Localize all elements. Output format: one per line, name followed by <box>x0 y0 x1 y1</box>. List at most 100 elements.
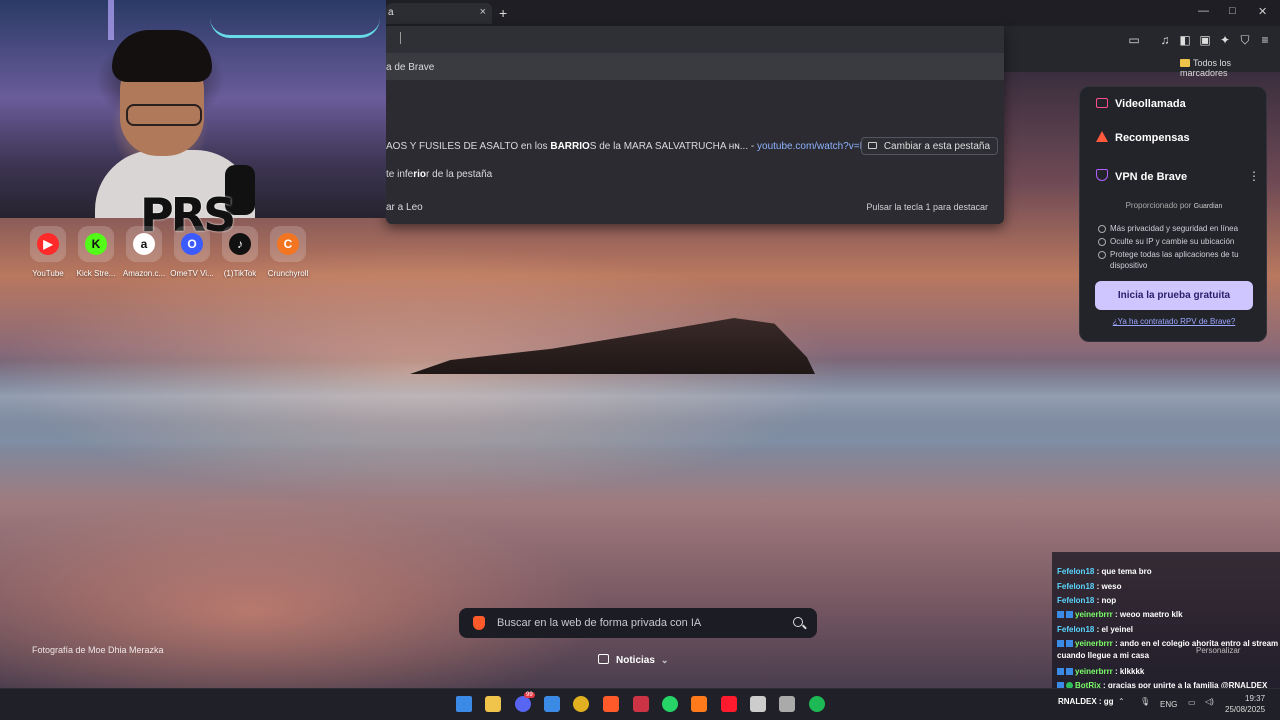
more-options-icon[interactable]: ⋮ <box>1248 169 1260 183</box>
tray-chevron-up-icon[interactable]: ⌃ <box>1118 697 1125 706</box>
shortcut-tile: ♪ <box>222 226 258 262</box>
minimize-button[interactable]: — <box>1198 5 1209 17</box>
feature-hide-ip: Oculte su IP y cambie su ubicación <box>1096 236 1256 247</box>
omnibox-dropdown: a de Brave AOS Y FUSILES DE ASALTO en lo… <box>386 26 1004 224</box>
shortcut-ometv[interactable]: O OmeTV Vi... <box>168 226 216 278</box>
neon-sign <box>210 8 380 38</box>
chat-badge-icon <box>1057 611 1064 618</box>
suggestion-youtube-rest: S de la MARA SALVATRUCHA ʜɴ... <box>589 141 749 152</box>
chat-username: yeinerbrrr <box>1075 639 1113 648</box>
switch-to-tab-button[interactable]: Cambiar a esta pestaña <box>860 137 998 155</box>
chat-message: Fefelon18 : el yeinel <box>1057 624 1279 636</box>
chat-badge-icon <box>1057 668 1064 675</box>
webcam-overlay: PRS <box>0 0 386 238</box>
tab-close-icon[interactable]: × <box>480 6 486 18</box>
shortcut-tile: O <box>174 226 210 262</box>
crunchyroll-icon: C <box>277 233 299 255</box>
news-toggle[interactable]: Noticias ⌄ <box>598 654 668 666</box>
clock-time[interactable]: 19:37 <box>1245 694 1265 703</box>
vpn-shield-icon <box>1096 169 1108 181</box>
reader-mode-icon[interactable]: ▭ <box>1126 33 1142 49</box>
suggestion-tab-bottom[interactable]: te inferior de la pestaña <box>386 169 1004 180</box>
shortcut-label: Kick Stre... <box>76 269 116 278</box>
chat-text: que tema bro <box>1101 567 1152 576</box>
neon-light <box>108 0 114 40</box>
browser-tab[interactable]: a × <box>386 3 492 24</box>
chat-text: weso <box>1101 582 1122 591</box>
all-bookmarks-folder[interactable]: Todos los marcadores <box>1180 58 1280 78</box>
vpn-item[interactable]: VPN de Brave <box>1096 169 1187 183</box>
close-window-button[interactable]: ✕ <box>1258 5 1267 18</box>
search-placeholder: Buscar en la web de forma privada con IA <box>497 617 702 629</box>
volume-icon[interactable]: ◁) <box>1205 697 1214 706</box>
playlist-icon[interactable]: ♫ <box>1157 33 1173 49</box>
vpn-label: VPN de Brave <box>1115 171 1188 183</box>
menu-icon[interactable]: ≡ <box>1257 33 1273 49</box>
chrome-icon[interactable] <box>573 696 589 712</box>
chat-message: Fefelon18 : weso <box>1057 581 1279 593</box>
address-input[interactable] <box>386 26 1004 54</box>
shortcut-label: (1)TikTok <box>223 269 257 278</box>
shortcut-amazon[interactable]: a Amazon.c... <box>120 226 168 278</box>
shortcut-crunchyroll[interactable]: C Crunchyroll <box>264 226 312 278</box>
already-contracted-link[interactable]: ¿Ya ha contratado RPV de Brave? <box>1080 317 1268 326</box>
videocall-item[interactable]: Videollamada <box>1096 98 1186 110</box>
brave-shields-icon[interactable]: ⛉ <box>1237 33 1253 49</box>
chat-text: weoo maetro klk <box>1119 610 1183 619</box>
suggestion-dash: - <box>748 141 758 152</box>
shortcut-tile: ▶ <box>30 226 66 262</box>
shortcut-youtube[interactable]: ▶ YouTube <box>24 226 72 278</box>
spotify-icon[interactable] <box>809 696 825 712</box>
videocall-label: Videollamada <box>1115 98 1186 110</box>
chat-username: Fefelon18 <box>1057 596 1095 605</box>
discord-icon[interactable]: 99 <box>515 692 535 712</box>
chat-message: Fefelon18 : nop <box>1057 595 1279 607</box>
language-indicator[interactable]: ENG <box>1160 700 1177 709</box>
suggestion-leo-label: ar a Leo <box>386 202 423 213</box>
app-a-icon[interactable] <box>691 696 707 712</box>
discord-badge: 99 <box>524 692 535 698</box>
whatsapp-icon[interactable] <box>662 696 678 712</box>
shortcut-label: YouTube <box>32 269 64 278</box>
shortcut-kick[interactable]: K Kick Stre... <box>72 226 120 278</box>
ometv-icon: O <box>181 233 203 255</box>
rewards-item[interactable]: Recompensas <box>1096 131 1190 144</box>
microphone-icon[interactable]: 🎙 <box>1140 697 1150 706</box>
shortcut-tiktok[interactable]: ♪ (1)TikTok <box>216 226 264 278</box>
chat-message: yeinerbrrr : klkkkk <box>1057 666 1279 678</box>
brave-icon[interactable] <box>603 696 619 712</box>
private-ai-search-bar[interactable]: Buscar en la web de forma privada con IA <box>459 608 817 638</box>
file-explorer-icon[interactable] <box>485 696 501 712</box>
network-icon[interactable]: ▭ <box>1188 698 1196 707</box>
app-clock-icon[interactable] <box>779 696 795 712</box>
stream-chat-overlay: Fefelon18 : que tema bro Fefelon18 : weso… <box>1052 552 1280 694</box>
windows-start-icon[interactable] <box>456 696 472 712</box>
photo-credit: Fotografía de Moe Dhia Merazka <box>32 645 164 655</box>
personalize-label[interactable]: Personalizar <box>1196 646 1240 655</box>
opera-icon[interactable] <box>721 696 737 712</box>
suggestion-brave[interactable]: a de Brave <box>386 54 1004 80</box>
maximize-button[interactable]: □ <box>1229 5 1236 17</box>
news-icon <box>598 654 609 664</box>
new-tab-button[interactable]: + <box>499 5 507 21</box>
streamer-hair <box>112 30 212 82</box>
chat-text: nop <box>1101 596 1117 605</box>
chat-text: klkkkk <box>1119 667 1145 676</box>
leo-ai-icon[interactable]: ✦ <box>1217 33 1233 49</box>
wallet-icon[interactable]: ▣ <box>1197 33 1213 49</box>
game-launcher-icon[interactable] <box>633 696 649 712</box>
start-trial-button[interactable]: Inicia la prueba gratuita <box>1095 281 1253 310</box>
shortcut-tile: K <box>78 226 114 262</box>
chat-username: Fefelon18 <box>1057 567 1095 576</box>
sidebar-icon[interactable]: ◧ <box>1177 33 1193 49</box>
search-icon[interactable] <box>793 617 803 627</box>
shortcut-label: Amazon.c... <box>122 269 166 278</box>
microsoft-store-icon[interactable] <box>544 696 560 712</box>
suggestion-tab-match: rio <box>413 169 427 180</box>
chat-username: Fefelon18 <box>1057 625 1095 634</box>
folder-icon <box>1180 59 1190 67</box>
chat-username: Fefelon18 <box>1057 582 1095 591</box>
clock-date[interactable]: 25/08/2025 <box>1225 705 1265 714</box>
feature-protect-apps: Protege todas las aplicaciones de tu dis… <box>1096 249 1256 271</box>
app-arrow-icon[interactable] <box>750 696 766 712</box>
